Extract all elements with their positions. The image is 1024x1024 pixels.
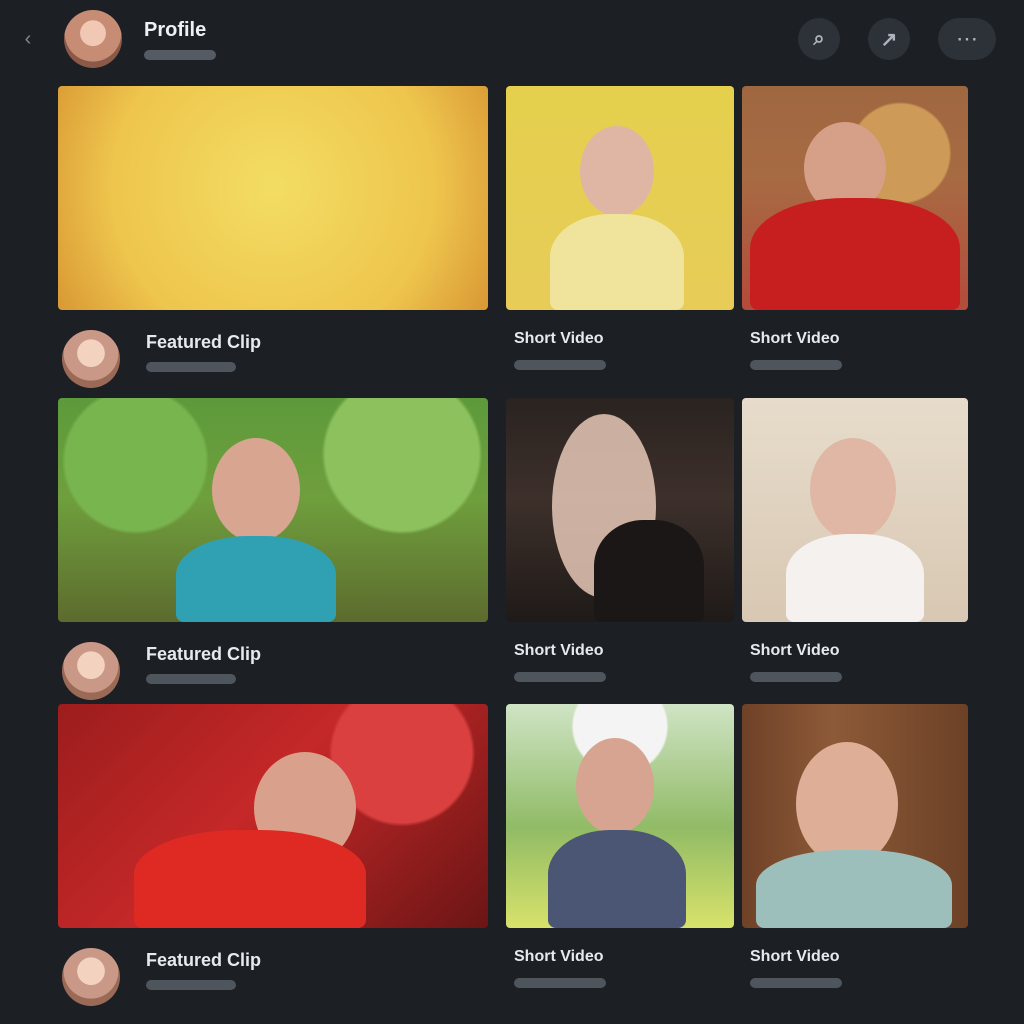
user-meta: Profile xyxy=(144,19,216,60)
creator-avatar[interactable] xyxy=(62,642,120,700)
portrait-graphic xyxy=(742,398,968,622)
person-head xyxy=(576,738,654,834)
person-head xyxy=(212,438,300,542)
video-subtitle-placeholder xyxy=(146,362,236,372)
video-subtitle-placeholder xyxy=(146,674,236,684)
video-title[interactable]: Short Video xyxy=(514,948,604,966)
video-meta: Short Video xyxy=(506,936,734,1008)
video-thumbnail[interactable] xyxy=(506,398,734,622)
video-thumbnail[interactable] xyxy=(506,86,734,310)
video-title[interactable]: Featured Clip xyxy=(146,644,261,665)
profile-avatar[interactable] xyxy=(64,10,122,68)
video-meta: Short Video xyxy=(506,630,734,702)
video-title[interactable]: Short Video xyxy=(750,642,840,660)
video-title[interactable]: Short Video xyxy=(514,642,604,660)
video-meta: Short Video xyxy=(742,318,968,390)
person-body xyxy=(176,536,336,622)
video-thumbnail[interactable] xyxy=(742,86,968,310)
video-meta: Short Video xyxy=(742,936,968,1008)
video-thumbnail[interactable] xyxy=(506,704,734,928)
portrait-graphic xyxy=(742,704,968,928)
video-subtitle-placeholder xyxy=(146,980,236,990)
video-thumbnail[interactable] xyxy=(742,704,968,928)
video-subtitle-placeholder xyxy=(514,672,606,682)
video-subtitle-placeholder xyxy=(750,978,842,988)
video-meta: Featured Clip xyxy=(58,318,488,390)
video-meta: Short Video xyxy=(506,318,734,390)
portrait-graphic xyxy=(506,704,734,928)
portrait-graphic xyxy=(506,86,734,310)
video-title[interactable]: Featured Clip xyxy=(146,332,261,353)
video-thumbnail-featured[interactable] xyxy=(58,86,488,310)
video-subtitle-placeholder xyxy=(514,360,606,370)
person-body xyxy=(756,850,952,928)
content-feed: Featured Clip Short Video Short Video Fe… xyxy=(0,78,1024,1024)
video-title[interactable]: Featured Clip xyxy=(146,950,261,971)
creator-avatar[interactable] xyxy=(62,948,120,1006)
person-body xyxy=(550,214,684,310)
search-icon[interactable]: ⌕ xyxy=(798,18,840,60)
video-meta: Short Video xyxy=(742,630,968,702)
video-title[interactable]: Short Video xyxy=(750,948,840,966)
person-body xyxy=(750,198,960,310)
portrait-graphic xyxy=(58,704,488,928)
person-head xyxy=(580,126,654,216)
person-head xyxy=(796,742,898,866)
person-body xyxy=(134,830,366,928)
video-subtitle-placeholder xyxy=(750,672,842,682)
video-meta: Featured Clip xyxy=(58,936,488,1008)
video-subtitle-placeholder xyxy=(514,978,606,988)
top-actions: ⌕ ↗ ⋯ xyxy=(798,18,996,60)
creator-avatar[interactable] xyxy=(62,330,120,388)
person-body xyxy=(594,520,704,622)
share-icon[interactable]: ↗ xyxy=(868,18,910,60)
person-body xyxy=(548,830,686,928)
profile-subtitle-placeholder xyxy=(144,49,216,60)
portrait-graphic xyxy=(742,86,968,310)
back-icon[interactable]: ‹ xyxy=(14,25,42,53)
portrait-graphic xyxy=(58,398,488,622)
top-bar: ‹ Profile ⌕ ↗ ⋯ xyxy=(0,0,1024,78)
more-icon[interactable]: ⋯ xyxy=(938,18,996,60)
portrait-graphic xyxy=(506,398,734,622)
video-title[interactable]: Short Video xyxy=(750,330,840,348)
person-body xyxy=(786,534,924,622)
person-head xyxy=(810,438,896,540)
video-subtitle-placeholder xyxy=(750,360,842,370)
app-shell: ‹ Profile ⌕ ↗ ⋯ Featured Clip Short Vide… xyxy=(0,0,1024,1024)
video-title[interactable]: Short Video xyxy=(514,330,604,348)
video-thumbnail[interactable] xyxy=(58,398,488,622)
video-meta: Featured Clip xyxy=(58,630,488,702)
video-thumbnail[interactable] xyxy=(58,704,488,928)
video-thumbnail[interactable] xyxy=(742,398,968,622)
profile-title: Profile xyxy=(144,18,207,41)
